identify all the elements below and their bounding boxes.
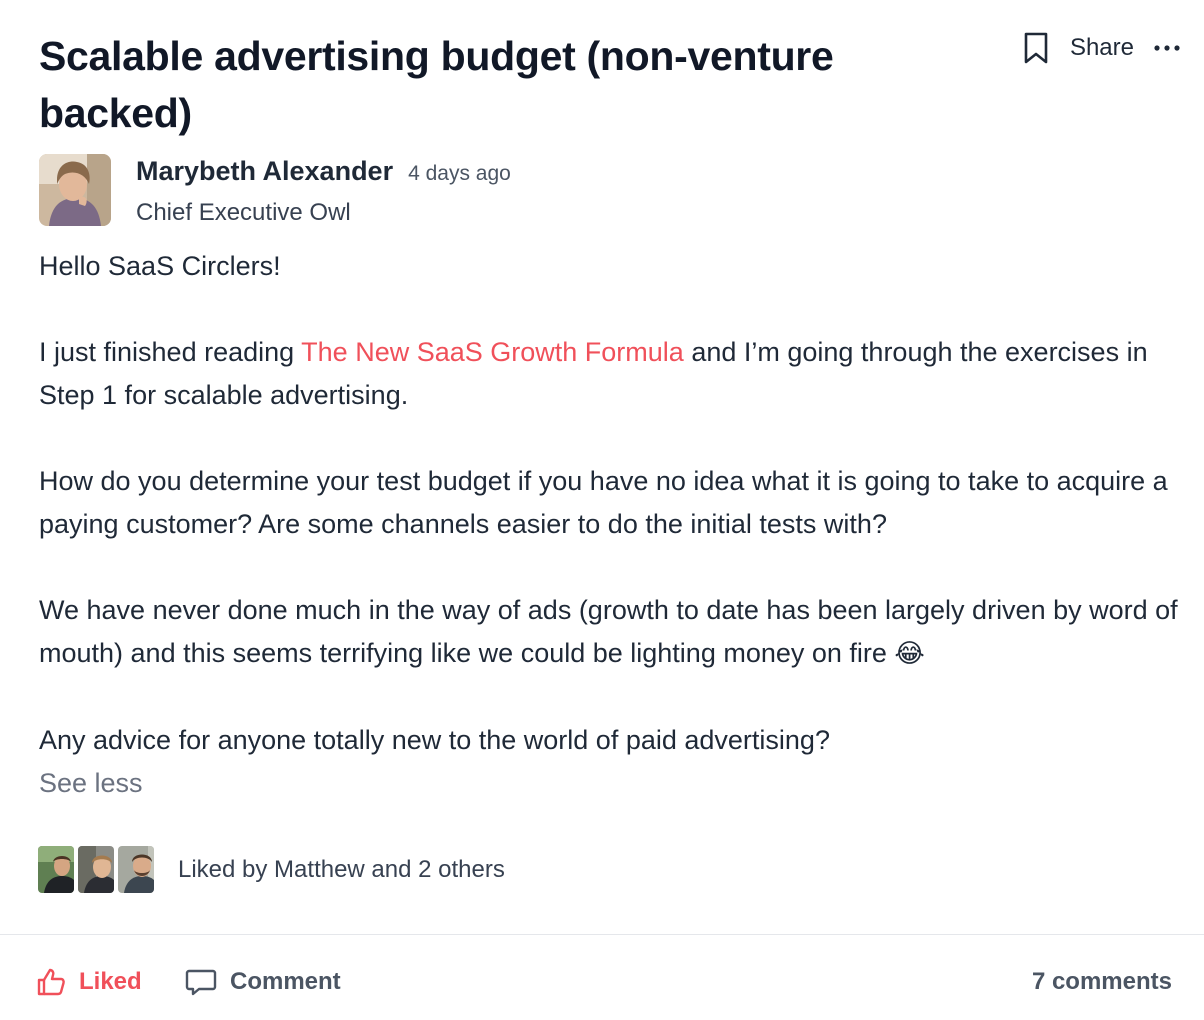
author-avatar[interactable] xyxy=(39,154,111,226)
liker-avatar[interactable] xyxy=(78,846,114,893)
paragraph-text: I just finished reading xyxy=(39,337,302,367)
author-block: Marybeth Alexander 4 days ago Chief Exec… xyxy=(39,154,511,227)
post-footer: Liked Comment 7 comments xyxy=(0,958,1204,1006)
like-button-label: Liked xyxy=(79,968,142,995)
thumbs-up-icon xyxy=(36,967,79,997)
comments-count[interactable]: 7 comments xyxy=(1032,958,1172,1006)
post-paragraph-book: I just finished reading The New SaaS Gro… xyxy=(39,331,1179,417)
post-paragraph-advice: Any advice for anyone totally new to the… xyxy=(39,725,830,755)
share-button[interactable]: Share xyxy=(1070,34,1134,62)
bookmark-icon[interactable] xyxy=(1022,31,1050,65)
post-card: Scalable advertising budget (non-venture… xyxy=(0,0,1204,1020)
post-greeting: Hello SaaS Circlers! xyxy=(39,251,281,281)
likes-summary: Liked by Matthew and 2 others xyxy=(38,846,505,893)
post-title: Scalable advertising budget (non-venture… xyxy=(39,33,834,136)
laughing-emoji: 😂 xyxy=(894,639,925,669)
post-timestamp: 4 days ago xyxy=(408,162,511,185)
comment-button[interactable]: Comment xyxy=(185,958,341,1006)
comment-bubble-icon xyxy=(185,967,230,997)
post-body: Hello SaaS Circlers! I just finished rea… xyxy=(39,245,1179,805)
comment-button-label: Comment xyxy=(230,968,341,995)
like-button[interactable]: Liked xyxy=(36,958,142,1006)
likes-text[interactable]: Liked by Matthew and 2 others xyxy=(178,856,505,884)
post-paragraph-ads: We have never done much in the way of ad… xyxy=(39,589,1179,676)
more-horizontal-icon[interactable] xyxy=(1154,44,1180,52)
liker-avatar[interactable] xyxy=(38,846,74,893)
author-name[interactable]: Marybeth Alexander xyxy=(136,156,393,187)
author-role: Chief Executive Owl xyxy=(136,199,351,226)
see-less-link[interactable]: See less xyxy=(39,762,1179,805)
author-meta: Marybeth Alexander 4 days ago Chief Exec… xyxy=(136,154,511,227)
paragraph-text: We have never done much in the way of ad… xyxy=(39,595,1178,668)
liker-avatars xyxy=(38,846,154,893)
footer-divider xyxy=(0,934,1204,935)
author-line: Marybeth Alexander 4 days ago xyxy=(136,156,511,187)
book-link[interactable]: The New SaaS Growth Formula xyxy=(301,337,684,367)
post-paragraph-question: How do you determine your test budget if… xyxy=(39,466,1168,539)
liker-avatar[interactable] xyxy=(118,846,154,893)
post-actions: Share xyxy=(1022,28,1180,68)
